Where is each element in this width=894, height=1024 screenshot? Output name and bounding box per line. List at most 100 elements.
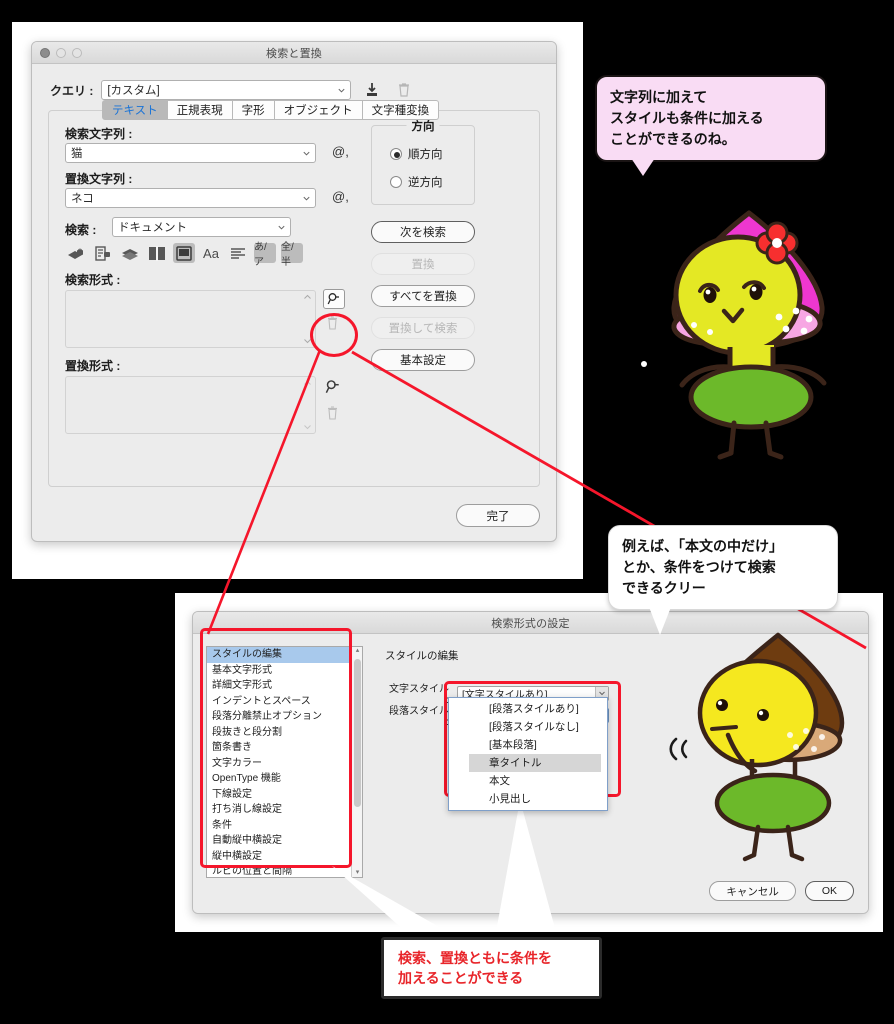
trash-icon[interactable] bbox=[395, 81, 413, 99]
find-dialog-title: 検索と置換 bbox=[266, 48, 322, 60]
clear-replace-format-icon[interactable] bbox=[325, 405, 340, 421]
lock-items-icon[interactable] bbox=[92, 243, 114, 263]
whole-word-icon[interactable] bbox=[227, 243, 249, 263]
screenshot-root: 検索と置換 クエリ : [カスタム] テキスト 正規表現 字形 オブジェクト 文… bbox=[0, 0, 894, 1024]
chevron-down-icon bbox=[303, 151, 310, 156]
query-value: [カスタム] bbox=[107, 85, 160, 97]
dropdown-item[interactable]: [段落スタイルあり] bbox=[469, 700, 601, 718]
scope-select[interactable]: ドキュメント bbox=[112, 217, 291, 237]
dropdown-item[interactable]: [基本段落] bbox=[469, 736, 601, 754]
ok-button[interactable]: OK bbox=[804, 881, 854, 901]
format-dialog-buttons[interactable]: キャンセル OK bbox=[709, 881, 854, 901]
bubble-pink-line-3: ことができるのね。 bbox=[610, 131, 736, 147]
replace-string-input[interactable]: ネコ bbox=[65, 188, 316, 208]
paragraph-style-dropdown-menu[interactable]: [段落スタイルあり] [段落スタイルなし] [基本段落] 章タイトル 本文 小見出し bbox=[448, 697, 608, 811]
search-special-char-icon[interactable]: @, bbox=[332, 144, 349, 159]
bubble-tail bbox=[649, 607, 671, 635]
dropdown-item[interactable]: [段落スタイルなし] bbox=[469, 718, 601, 736]
specify-find-attributes-button[interactable] bbox=[323, 289, 345, 309]
speech-bubble-pink: 文字列に加えて スタイルも条件に加える ことができるのね。 bbox=[595, 75, 827, 178]
direction-group: 方向 順方向 逆方向 bbox=[371, 118, 475, 205]
sparkle-dot bbox=[641, 361, 647, 367]
chevron-down-icon bbox=[338, 88, 345, 93]
replace-and-find-button: 置換して検索 bbox=[371, 317, 475, 339]
scope-label: 検索 : bbox=[65, 223, 97, 237]
save-query-icon[interactable] bbox=[363, 81, 381, 99]
radio-backward[interactable]: 逆方向 bbox=[390, 174, 443, 190]
scroll-up-icon[interactable]: ▴ bbox=[354, 647, 361, 655]
specify-attributes-icon bbox=[327, 293, 339, 305]
chevron-down-icon bbox=[303, 196, 310, 201]
find-next-button[interactable]: 次を検索 bbox=[371, 221, 475, 243]
caption-box: 検索、置換ともに条件を 加えることができる bbox=[381, 937, 602, 999]
find-replace-dialog: 検索と置換 クエリ : [カスタム] テキスト 正規表現 字形 オブジェクト 文… bbox=[31, 41, 557, 542]
bubble-white-line-1: 例えば、「本文の中だけ」 bbox=[622, 538, 783, 554]
search-options-toolbar[interactable]: Aa あ/ア 全/半 bbox=[65, 242, 303, 268]
find-format-label: 検索形式 : bbox=[65, 273, 121, 287]
annotation-rect-category-list bbox=[200, 628, 352, 868]
replace-format-box[interactable] bbox=[65, 376, 316, 434]
scrollbar-thumb[interactable] bbox=[354, 659, 361, 807]
find-dialog-titlebar: 検索と置換 bbox=[32, 42, 556, 64]
replace-string-label: 置換文字列 : bbox=[65, 172, 133, 186]
dropdown-item[interactable]: 章タイトル bbox=[469, 754, 601, 772]
tab-regex[interactable]: 正規表現 bbox=[167, 100, 233, 120]
find-format-box[interactable] bbox=[65, 290, 316, 348]
cancel-button[interactable]: キャンセル bbox=[709, 881, 796, 901]
query-row: クエリ : [カスタム] bbox=[50, 80, 542, 100]
radio-dot bbox=[390, 148, 402, 160]
search-string-input[interactable]: 猫 bbox=[65, 143, 316, 163]
radio-dot bbox=[390, 176, 402, 188]
specify-replace-attributes-icon[interactable] bbox=[325, 379, 341, 395]
replace-string-value: ネコ bbox=[71, 193, 94, 205]
tab-glyph[interactable]: 字形 bbox=[232, 100, 275, 120]
category-scrollbar[interactable]: ▴ ▾ bbox=[351, 647, 362, 877]
replace-button: 置換 bbox=[371, 253, 475, 275]
replace-format-spinner[interactable] bbox=[303, 377, 312, 433]
pink-mushroom-character bbox=[671, 210, 827, 460]
format-panel-title: スタイルの編集 bbox=[385, 650, 459, 662]
hidden-layers-icon[interactable] bbox=[119, 243, 141, 263]
master-pages-icon[interactable] bbox=[146, 243, 168, 263]
speech-bubble-white: 例えば、「本文の中だけ」 とか、条件をつけて検索 できるクリー bbox=[608, 525, 838, 635]
bubble-pink-line-1: 文字列に加えて bbox=[610, 89, 708, 105]
bubble-white-line-2: とか、条件をつけて検索 bbox=[622, 559, 776, 575]
tab-object[interactable]: オブジェクト bbox=[274, 100, 363, 120]
query-label: クエリ : bbox=[50, 83, 94, 98]
find-options-group: 検索文字列 : 猫 @, 置換文字列 : ネコ @, 検索: ドキュメント A… bbox=[48, 110, 540, 487]
bubble-tail bbox=[629, 157, 657, 178]
lock-layers-icon[interactable] bbox=[65, 243, 87, 263]
find-dialog-body: クエリ : [カスタム] テキスト 正規表現 字形 オブジェクト 文字種変換 検… bbox=[32, 64, 556, 541]
caption-line-2: 加えることができる bbox=[398, 970, 524, 986]
done-button[interactable]: 完了 bbox=[456, 504, 540, 527]
dropdown-item[interactable]: 小見出し bbox=[469, 790, 601, 808]
chevron-down-icon bbox=[278, 225, 285, 230]
scroll-down-icon[interactable]: ▾ bbox=[354, 869, 361, 877]
radio-backward-label: 逆方向 bbox=[408, 177, 443, 189]
replace-all-button[interactable]: すべてを置換 bbox=[371, 285, 475, 307]
replace-format-label: 置換形式 : bbox=[65, 359, 121, 373]
bubble-white-line-3: できるクリー bbox=[622, 580, 706, 596]
width-icon[interactable]: 全/半 bbox=[281, 242, 303, 268]
kana-icon[interactable]: あ/ア bbox=[254, 242, 276, 268]
bubble-pink-line-2: スタイルも条件に加える bbox=[610, 110, 764, 126]
paragraph-style-label: 段落スタイル : bbox=[389, 706, 449, 728]
query-combo[interactable]: [カスタム] bbox=[101, 80, 352, 100]
caption-line-1: 検索、置換ともに条件を bbox=[398, 949, 552, 966]
tab-text[interactable]: テキスト bbox=[102, 100, 168, 120]
scope-value: ドキュメント bbox=[118, 222, 187, 234]
preferences-button[interactable]: 基本設定 bbox=[371, 349, 475, 371]
case-sensitive-icon[interactable]: Aa bbox=[200, 243, 222, 263]
replace-special-char-icon[interactable]: @, bbox=[332, 189, 349, 204]
thinking-lines-icon bbox=[669, 737, 688, 761]
radio-forward[interactable]: 順方向 bbox=[390, 146, 443, 162]
find-dialog-tabs[interactable]: テキスト 正規表現 字形 オブジェクト 文字種変換 bbox=[102, 100, 440, 120]
dropdown-item[interactable]: 本文 bbox=[469, 772, 601, 790]
tab-chartype[interactable]: 文字種変換 bbox=[362, 100, 440, 120]
annotation-circle-specify-attributes bbox=[310, 313, 358, 357]
search-string-value: 猫 bbox=[71, 148, 83, 160]
brown-chestnut-character bbox=[697, 632, 845, 862]
direction-legend: 方向 bbox=[406, 118, 440, 134]
footnotes-icon[interactable] bbox=[173, 243, 195, 263]
search-string-label: 検索文字列 : bbox=[65, 127, 133, 141]
